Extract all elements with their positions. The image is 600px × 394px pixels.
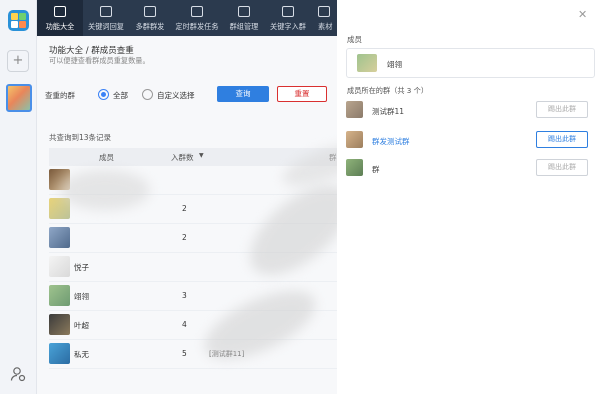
member-name: 翊翎 — [387, 60, 402, 69]
member-name: 悦子 — [74, 263, 89, 272]
tab-keyword-reply[interactable]: 关键词回复 — [83, 0, 129, 36]
member-avatar — [49, 169, 70, 190]
group-name: 测试群11 — [372, 107, 405, 116]
top-nav: 功能大全 关键词回复 多群群发 定时群发任务 群组管理 关键字入群 素材 — [37, 0, 337, 36]
kick-from-group-button[interactable]: 踢出此群 — [536, 101, 588, 118]
sort-caret-icon[interactable]: ▼ — [199, 152, 204, 159]
group-row: 群发测试群 踢出此群 — [346, 130, 595, 152]
left-sidebar: + — [0, 0, 37, 394]
column-member: 成员 — [99, 153, 114, 162]
close-icon[interactable]: ✕ — [578, 8, 587, 21]
tab-multi-group-send[interactable]: 多群群发 — [129, 0, 171, 36]
edit-icon — [144, 6, 156, 17]
timer-icon — [191, 6, 203, 17]
member-detail-panel: ✕ 成员 翊翎 成员所在的群（共 3 个） 测试群11 踢出此群 群发测试群 踢… — [337, 0, 600, 394]
join-count: 2 — [182, 233, 187, 242]
group-name: 群发测试群 — [372, 137, 410, 146]
group-avatar — [346, 131, 363, 148]
reset-button[interactable]: 重置 — [277, 86, 327, 102]
radio-custom[interactable] — [142, 89, 153, 100]
member-avatar — [49, 343, 70, 364]
group-row: 测试群11 踢出此群 — [346, 100, 595, 122]
member-avatar — [49, 198, 70, 219]
layers-icon — [238, 6, 250, 17]
page-subtitle: 可以便捷查看群成员重复数量。 — [49, 56, 150, 65]
groups-section-label: 成员所在的群（共 3 个） — [347, 86, 429, 95]
member-avatar — [49, 285, 70, 306]
group-avatar — [346, 159, 363, 176]
app-logo-icon — [8, 10, 29, 31]
user-add-icon — [282, 6, 294, 17]
join-count: 2 — [182, 204, 187, 213]
table-row: 私无 5 [测试群11] — [49, 340, 337, 369]
user-settings-icon[interactable] — [10, 366, 26, 382]
member-name: 私无 — [74, 350, 89, 359]
join-count: 3 — [182, 291, 187, 300]
table-row — [49, 166, 337, 195]
group-row: 群 踢出此群 — [346, 158, 595, 180]
radio-all[interactable] — [98, 89, 109, 100]
table-row: 翊翎 3 — [49, 282, 337, 311]
main-content: 功能大全 / 群成员查重 可以便捷查看群成员重复数量。 查重的群 全部 自定义选… — [37, 36, 337, 394]
column-groups: 群 — [329, 153, 337, 162]
member-name: 叶超 — [74, 321, 89, 330]
tab-scheduled-tasks[interactable]: 定时群发任务 — [171, 0, 223, 36]
record-count: 共查询到13条记录 — [49, 133, 112, 142]
add-account-button[interactable]: + — [7, 50, 29, 72]
tab-materials[interactable]: 素材 — [311, 0, 337, 36]
radio-custom-label[interactable]: 自定义选择 — [157, 90, 195, 101]
member-name: 翊翎 — [74, 292, 89, 301]
filter-label: 查重的群 — [45, 91, 75, 100]
query-button[interactable]: 查询 — [217, 86, 269, 102]
table-row: 叶超 4 — [49, 311, 337, 340]
table-row: 2 — [49, 195, 337, 224]
account-avatar[interactable] — [6, 84, 32, 112]
kick-from-group-button[interactable]: 踢出此群 — [536, 131, 588, 148]
cube-icon — [54, 6, 66, 17]
join-count: 4 — [182, 320, 187, 329]
group-name: 群 — [372, 165, 380, 174]
member-avatar — [49, 227, 70, 248]
group-avatar — [346, 101, 363, 118]
column-count[interactable]: 入群数 — [171, 152, 194, 163]
text-box-icon — [100, 6, 112, 17]
tab-keyword-join[interactable]: 关键字入群 — [265, 0, 311, 36]
page-title: 功能大全 / 群成员查重 — [49, 46, 134, 56]
folder-icon — [318, 6, 330, 17]
member-avatar — [357, 54, 377, 72]
member-avatar — [49, 314, 70, 335]
table-row: 悦子 — [49, 253, 337, 282]
member-avatar — [49, 256, 70, 277]
tab-group-management[interactable]: 群组管理 — [223, 0, 265, 36]
group-list: [测试群11] — [209, 350, 245, 358]
table-row: 2 — [49, 224, 337, 253]
join-count: 5 — [182, 349, 187, 358]
kick-from-group-button[interactable]: 踢出此群 — [536, 159, 588, 176]
member-section-label: 成员 — [347, 35, 362, 44]
table-header: 成员 入群数 ▼ 群 — [49, 148, 337, 166]
member-card: 翊翎 — [346, 48, 595, 78]
tab-features[interactable]: 功能大全 — [37, 0, 83, 36]
radio-all-label[interactable]: 全部 — [113, 90, 128, 101]
